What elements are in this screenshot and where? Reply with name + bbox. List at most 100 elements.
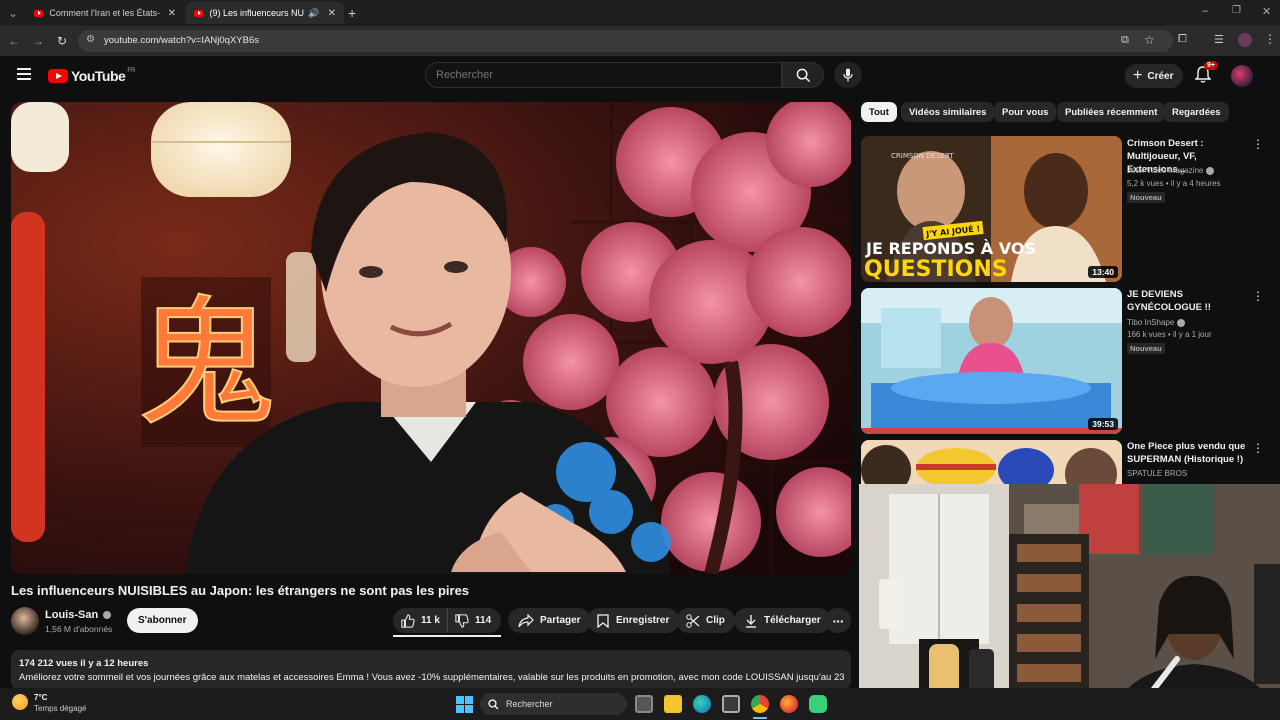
- search-input[interactable]: [425, 62, 782, 88]
- search-icon: [796, 68, 810, 82]
- clip-button[interactable]: Clip: [676, 608, 735, 633]
- recommendation-thumbnail[interactable]: CRIMSON DESERT J'Y AI JOUÉ ! JE REPONDS …: [861, 136, 1122, 282]
- like-button[interactable]: 11 k: [393, 608, 448, 633]
- bookmark-star-icon[interactable]: ☆: [1144, 33, 1155, 47]
- browser-tab-active[interactable]: (9) Les influenceurs NUISIBL 🔊 ✕: [186, 2, 344, 24]
- chip-tout[interactable]: Tout: [861, 102, 897, 122]
- more-actions-icon[interactable]: ⋮: [1252, 137, 1264, 151]
- hamburger-menu-icon[interactable]: [17, 68, 31, 80]
- channel-avatar[interactable]: [11, 607, 39, 635]
- thumbnail-image: CRIMSON DESERT J'Y AI JOUÉ ! JE REPONDS …: [861, 136, 1122, 282]
- account-avatar[interactable]: [1231, 65, 1253, 87]
- browser-tab[interactable]: Comment l'Iran et les États-Uni ✕: [26, 2, 184, 24]
- more-actions-icon[interactable]: ⋮: [1252, 289, 1264, 303]
- search-button[interactable]: [782, 62, 824, 88]
- tab-title: (9) Les influenceurs NUISIBL: [209, 8, 305, 18]
- active-app-indicator: [753, 717, 767, 719]
- recommendation-title[interactable]: One Piece plus vendu que SUPERMAN (Histo…: [1127, 440, 1249, 466]
- search-icon: [488, 698, 499, 709]
- taskbar-search[interactable]: Rechercher: [480, 693, 627, 715]
- chip-regardees[interactable]: Regardées: [1164, 102, 1229, 122]
- recommendation-thumbnail[interactable]: 39:53: [861, 288, 1122, 434]
- media-icon[interactable]: ☰: [1214, 33, 1224, 46]
- video-title: Les influenceurs NUISIBLES au Japon: les…: [11, 583, 470, 598]
- store-icon[interactable]: [722, 695, 740, 713]
- chrome-icon[interactable]: [751, 695, 769, 713]
- views-and-date: 174 212 vues il y a 12 heures: [19, 658, 149, 669]
- site-info-icon[interactable]: ⚙: [86, 34, 95, 45]
- share-button[interactable]: Partager: [508, 608, 591, 633]
- speaker-icon[interactable]: 🔊: [308, 8, 319, 19]
- subscribe-button[interactable]: S'abonner: [127, 608, 198, 633]
- temperature[interactable]: 7°C: [34, 693, 47, 702]
- subscriber-count: 1,56 M d'abonnés: [45, 624, 113, 634]
- url-text: youtube.com/watch?v=IANj0qXYB6s: [104, 35, 259, 46]
- bookmark-icon: [597, 613, 609, 628]
- close-window-icon[interactable]: ✕: [1262, 5, 1271, 18]
- youtube-header: YouTube FR + Créer 9+: [0, 56, 1280, 96]
- windows-taskbar: 7°C Temps dégagé Rechercher: [0, 688, 1280, 720]
- save-button[interactable]: Enregistrer: [587, 608, 680, 633]
- back-icon[interactable]: ←: [5, 32, 23, 50]
- recommendation-thumbnail[interactable]: [861, 440, 1122, 484]
- thumbnail-image: [861, 440, 1122, 484]
- recommendation-channel[interactable]: Jeux Vidéo Magazine: [1127, 165, 1214, 177]
- minimize-icon[interactable]: –: [1202, 5, 1208, 17]
- firefox-icon[interactable]: [780, 695, 798, 713]
- forward-icon[interactable]: →: [29, 32, 47, 50]
- scissors-icon: [686, 613, 700, 628]
- channel-name[interactable]: Louis-San: [45, 609, 112, 621]
- recommendation-channel[interactable]: SPATULE BROS: [1127, 468, 1187, 480]
- recommendation-title[interactable]: JE DEVIENS GYNÉCOLOGUE !!: [1127, 288, 1249, 314]
- browser-menu-icon[interactable]: ⋮: [1264, 32, 1276, 46]
- extensions-icon[interactable]: ⧠: [1178, 33, 1187, 46]
- create-button[interactable]: + Créer: [1125, 64, 1184, 88]
- verified-icon: [103, 611, 112, 620]
- chip-publiees-recemment[interactable]: Publiées récemment: [1057, 102, 1166, 122]
- edge-browser-icon[interactable]: [693, 695, 711, 713]
- channel-name-text[interactable]: Louis-San: [45, 609, 98, 621]
- weather-condition[interactable]: Temps dégagé: [34, 704, 86, 713]
- youtube-favicon-icon: [194, 9, 204, 17]
- video-frame: 鬼: [11, 102, 851, 574]
- verified-icon: [1176, 318, 1185, 327]
- chip-pour-vous[interactable]: Pour vous: [994, 102, 1057, 122]
- profile-avatar[interactable]: [1238, 33, 1252, 47]
- youtube-play-logo-icon: [48, 69, 68, 83]
- video-duration: 13:40: [1088, 266, 1118, 278]
- windows-start-icon[interactable]: [455, 695, 473, 713]
- youtube-logo[interactable]: YouTube FR: [48, 68, 135, 84]
- like-dislike-group: 11 k 114: [393, 608, 501, 633]
- download-icon: [746, 614, 756, 628]
- video-player[interactable]: 鬼: [11, 102, 851, 574]
- chip-videos-similaires[interactable]: Vidéos similaires: [901, 102, 995, 122]
- channel-name[interactable]: Jeux Vidéo Magazine: [1127, 166, 1203, 175]
- logo-text: YouTube: [71, 68, 126, 84]
- description-box[interactable]: 174 212 vues il y a 12 heures Améliorez …: [11, 650, 851, 690]
- close-tab-icon[interactable]: ✕: [328, 8, 336, 19]
- new-tab-icon[interactable]: +: [348, 5, 356, 21]
- browser-tab-bar: ⌄ Comment l'Iran et les États-Uni ✕ (9) …: [0, 0, 1280, 26]
- dislike-button[interactable]: 114: [448, 608, 491, 633]
- download-button[interactable]: Télécharger: [734, 608, 831, 633]
- voice-search-button[interactable]: [834, 62, 862, 88]
- recommendation-meta: 5,2 k vues • il y a 4 heures: [1127, 179, 1221, 188]
- channel-name[interactable]: Tibo InShape: [1127, 318, 1174, 327]
- more-horizontal-icon: ···: [832, 612, 845, 629]
- restore-icon[interactable]: ❐: [1232, 5, 1241, 16]
- cast-icon[interactable]: ⧉: [1121, 34, 1129, 47]
- reload-icon[interactable]: ↻: [53, 32, 71, 50]
- recommendation-channel[interactable]: Tibo InShape: [1127, 317, 1185, 329]
- more-actions-button[interactable]: ···: [825, 608, 851, 633]
- more-actions-icon[interactable]: ⋮: [1252, 441, 1264, 455]
- notifications-button[interactable]: 9+: [1194, 61, 1218, 89]
- weather-sun-icon[interactable]: [12, 694, 28, 710]
- close-tab-icon[interactable]: ✕: [168, 8, 176, 19]
- app-icon[interactable]: [809, 695, 827, 713]
- tab-search-icon[interactable]: ⌄: [4, 4, 22, 22]
- file-explorer-icon[interactable]: [664, 695, 682, 713]
- thumb-caption-line1: JE REPONDS À VOS: [865, 239, 1036, 258]
- task-view-icon[interactable]: [635, 695, 653, 713]
- url-bar[interactable]: ⚙ youtube.com/watch?v=IANj0qXYB6s ⧉ ☆: [78, 30, 1173, 52]
- verified-icon: [1205, 166, 1214, 175]
